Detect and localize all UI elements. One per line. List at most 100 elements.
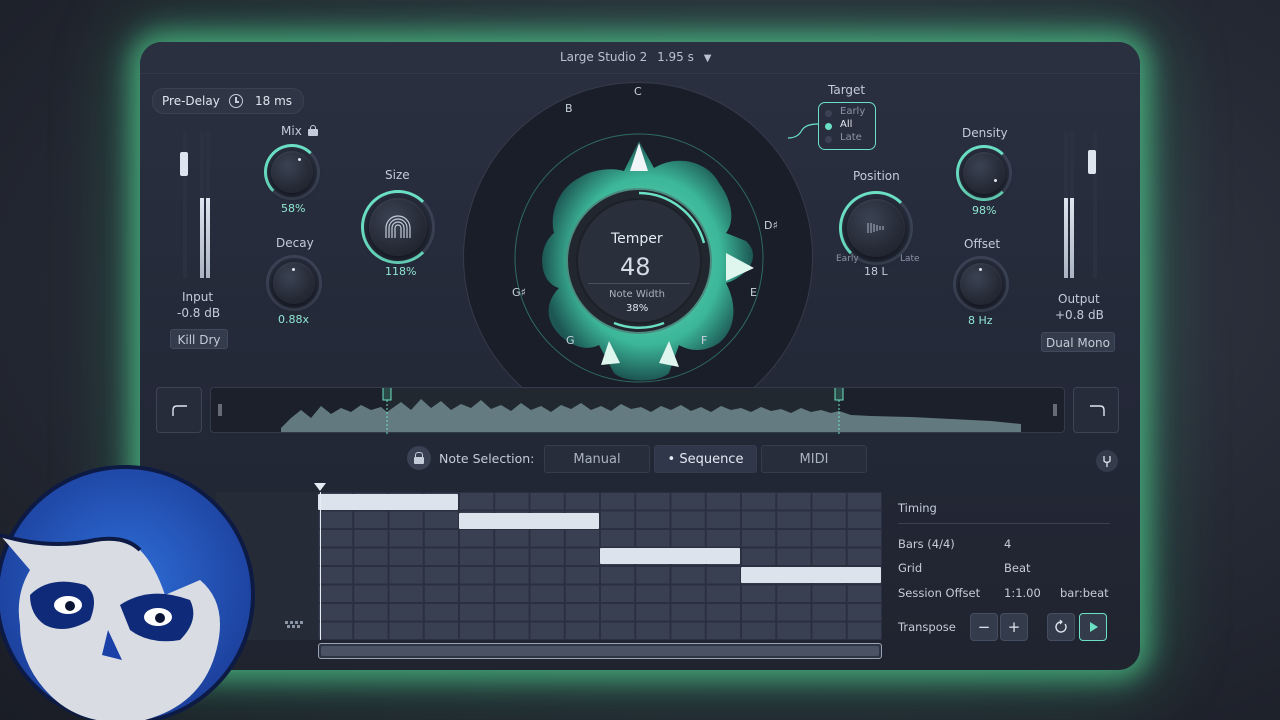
tab-sequence[interactable]: • Sequence — [654, 445, 757, 473]
mix-label: Mix — [281, 124, 302, 138]
position-early-label: Early — [836, 254, 859, 264]
dual-mono-button[interactable]: Dual Mono — [1041, 332, 1115, 352]
position-value: 18 L — [864, 265, 888, 278]
session-offset-label: Session Offset — [898, 586, 981, 600]
tab-manual[interactable]: Manual — [544, 445, 650, 473]
position-knob[interactable] — [847, 199, 905, 257]
decay-label: Decay — [276, 236, 314, 250]
grid-scrollbar[interactable] — [318, 643, 882, 659]
bars-icon — [867, 223, 884, 233]
keys-icon — [285, 621, 303, 628]
note-selection-label: Note Selection: — [439, 451, 535, 466]
sequence-note-3[interactable] — [600, 548, 740, 564]
owl-logo — [0, 465, 255, 720]
radio-early[interactable] — [825, 110, 832, 117]
decay-knob[interactable] — [273, 262, 315, 304]
size-knob[interactable] — [369, 198, 427, 256]
bars-label: Bars (4/4) — [898, 537, 955, 551]
mix-knob[interactable] — [271, 151, 313, 193]
transpose-up-button[interactable]: + — [1000, 613, 1028, 641]
target-early[interactable]: Early — [840, 106, 865, 117]
sequence-note-1[interactable] — [318, 494, 458, 510]
target-late[interactable]: Late — [840, 132, 862, 143]
note-label-c: C — [634, 85, 642, 98]
size-label: Size — [385, 168, 410, 182]
play-icon — [1090, 622, 1098, 632]
high-cut-button[interactable] — [1073, 387, 1119, 433]
session-offset-value[interactable]: 1:1.00 — [1004, 586, 1041, 600]
note-label-b: B — [565, 102, 573, 115]
preset-selector[interactable]: Large Studio 2 1.95 s ▼ — [560, 50, 711, 64]
target-all[interactable]: All — [840, 119, 852, 130]
loop-button[interactable] — [1047, 613, 1075, 641]
low-cut-button[interactable] — [156, 387, 202, 433]
note-width-value[interactable]: 38% — [626, 303, 648, 314]
temper-divider — [588, 283, 690, 284]
grid-label: Grid — [898, 561, 923, 575]
sequence-grid[interactable] — [318, 492, 882, 640]
output-value: +0.8 dB — [1055, 308, 1104, 322]
tuning-fork-button[interactable] — [1096, 450, 1118, 472]
mix-value: 58% — [281, 202, 306, 215]
position-label: Position — [853, 169, 900, 183]
note-label-e: E — [750, 286, 757, 299]
offset-knob[interactable] — [960, 263, 1002, 305]
input-fader[interactable] — [180, 152, 188, 176]
tuning-fork-icon — [1103, 456, 1111, 467]
position-late-label: Late — [900, 254, 920, 264]
grid-value[interactable]: Beat — [1004, 561, 1031, 575]
tab-midi[interactable]: MIDI — [761, 445, 867, 473]
output-meter-left — [1064, 132, 1068, 278]
lock-toggle[interactable] — [407, 446, 431, 470]
size-value: 118% — [385, 265, 417, 278]
playhead-icon[interactable] — [314, 483, 326, 492]
loop-icon — [1055, 619, 1067, 633]
target-label: Target — [828, 83, 866, 97]
input-label: Input — [182, 290, 214, 304]
waveform-display[interactable] — [210, 385, 1065, 434]
output-meter-left2 — [1070, 132, 1074, 278]
decay-value: 0.88x — [278, 313, 310, 326]
timing-divider — [898, 523, 1110, 524]
offset-value: 8 Hz — [968, 314, 993, 327]
note-label-g-sharp: G♯ — [512, 286, 526, 299]
density-value: 98% — [972, 204, 997, 217]
session-offset-unit[interactable]: bar:beat — [1060, 586, 1109, 600]
note-label-g: G — [566, 334, 575, 347]
predelay-label: Pre-Delay — [162, 94, 220, 108]
temper-value[interactable]: 48 — [620, 253, 651, 281]
title-bar: Large Studio 2 1.95 s ▼ — [140, 42, 1140, 74]
predelay-control[interactable]: Pre-Delay 18 ms — [152, 88, 304, 114]
transpose-label: Transpose — [898, 620, 956, 634]
chevron-down-icon[interactable]: ▼ — [704, 53, 712, 64]
density-knob[interactable] — [963, 152, 1005, 194]
transpose-down-button[interactable]: − — [970, 613, 998, 641]
high-cut-icon — [1090, 405, 1105, 416]
bars-value[interactable]: 4 — [1004, 537, 1011, 551]
waveform — [218, 385, 1057, 434]
density-label: Density — [962, 126, 1008, 140]
temper-title: Temper — [611, 231, 663, 247]
grid-scrollbar-thumb[interactable] — [321, 646, 879, 656]
note-label-f: F — [701, 334, 708, 347]
offset-label: Offset — [964, 237, 1001, 251]
input-meter-right2 — [206, 132, 210, 278]
output-label: Output — [1058, 292, 1100, 306]
temper-display: Temper 48 Note Width 38% — [463, 82, 813, 432]
preset-time: 1.95 s — [657, 50, 694, 64]
radio-all[interactable] — [825, 123, 832, 130]
output-fader[interactable] — [1088, 150, 1096, 174]
lock-icon[interactable] — [308, 125, 318, 136]
arches-icon — [385, 215, 411, 238]
sequence-note-2[interactable] — [459, 513, 599, 529]
note-label-d-sharp: D♯ — [764, 219, 778, 232]
low-cut-icon — [172, 405, 187, 416]
clock-icon — [229, 94, 243, 108]
radio-late[interactable] — [825, 136, 832, 143]
predelay-value: 18 ms — [255, 94, 293, 108]
target-selector[interactable]: Early All Late — [818, 102, 876, 150]
play-button[interactable] — [1079, 613, 1107, 641]
timing-title: Timing — [898, 501, 937, 515]
kill-dry-button[interactable]: Kill Dry — [170, 329, 228, 349]
sequence-note-4[interactable] — [741, 567, 881, 583]
